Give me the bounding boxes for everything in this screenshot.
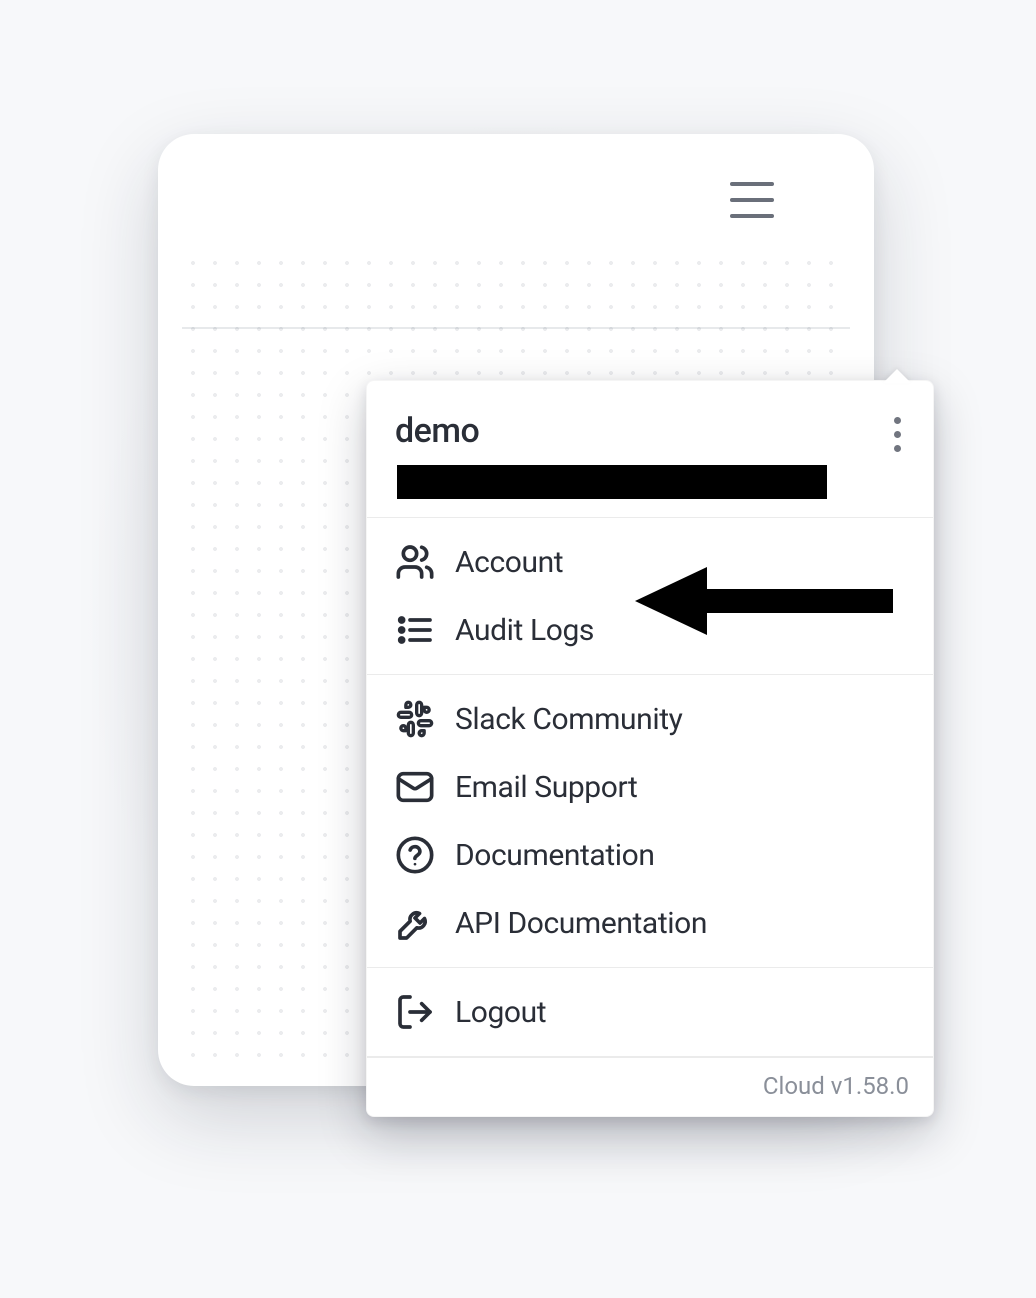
menu-item-api-documentation[interactable]: API Documentation — [367, 889, 933, 957]
app-card: demo Account — [158, 134, 874, 1086]
help-icon — [395, 835, 435, 875]
list-icon — [395, 610, 435, 650]
workspace-options-button[interactable] — [883, 417, 911, 452]
menu-item-label: Audit Logs — [455, 613, 594, 648]
menu-item-documentation[interactable]: Documentation — [367, 821, 933, 889]
menu-item-label: API Documentation — [455, 906, 707, 941]
menu-section-support: Slack Community Email Support — [367, 675, 933, 968]
version-label: Cloud v1.58.0 — [367, 1057, 933, 1116]
menu-item-audit-logs[interactable]: Audit Logs — [367, 596, 933, 664]
menu-item-account[interactable]: Account — [367, 528, 933, 596]
redacted-email — [397, 465, 827, 499]
wrench-icon — [395, 903, 435, 943]
logout-icon — [395, 992, 435, 1032]
menu-item-label: Email Support — [455, 770, 637, 805]
menu-item-label: Account — [455, 545, 563, 580]
menu-item-label: Logout — [455, 995, 546, 1030]
topbar-divider — [182, 327, 850, 329]
workspace-name: demo — [395, 411, 905, 451]
menu-item-label: Documentation — [455, 838, 655, 873]
slack-icon — [395, 699, 435, 739]
menu-item-slack-community[interactable]: Slack Community — [367, 685, 933, 753]
menu-section-account: Account Audit Logs — [367, 518, 933, 675]
menu-toggle-button[interactable] — [730, 182, 774, 218]
menu-section-session: Logout — [367, 968, 933, 1057]
users-icon — [395, 542, 435, 582]
mail-icon — [395, 767, 435, 807]
menu-item-label: Slack Community — [455, 702, 682, 737]
menu-item-logout[interactable]: Logout — [367, 978, 933, 1046]
user-menu-popover: demo Account — [366, 380, 934, 1117]
menu-header: demo — [367, 381, 933, 518]
menu-item-email-support[interactable]: Email Support — [367, 753, 933, 821]
